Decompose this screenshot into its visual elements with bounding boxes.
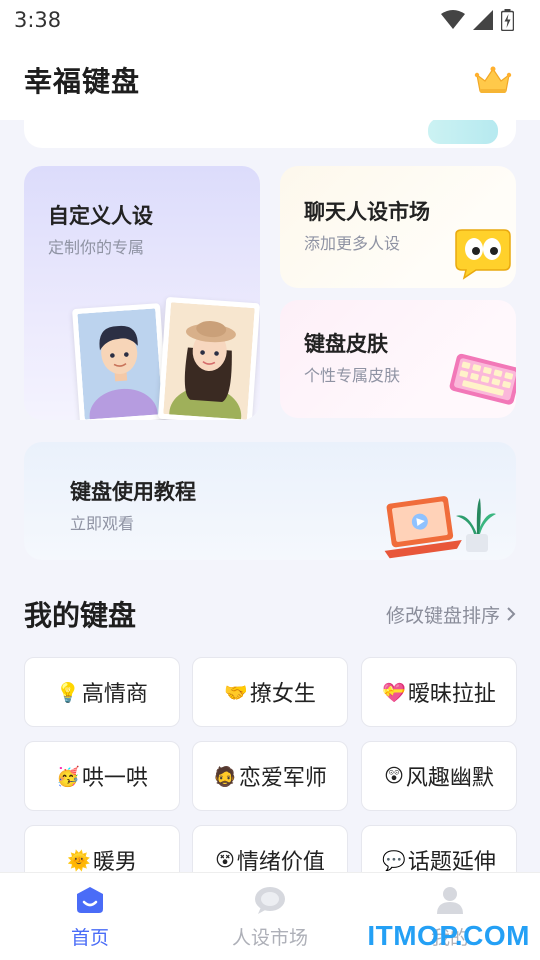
nav-persona-market-label: 人设市场 [231,927,308,949]
banner-decoration [428,120,498,144]
nav-home[interactable]: 首页 [0,873,180,960]
keyboard-item-label: 高情商 [81,682,148,707]
custom-persona-subtitle: 定制你的专属 [48,238,145,257]
chat-bubble-eyes-icon [455,229,511,280]
tutorial-card[interactable]: 键盘使用教程 立即观看 [24,442,516,560]
astonished-face-icon: 😲 [384,765,404,787]
chevron-right-icon [507,607,516,621]
keyboard-item-label: 撩女生 [249,682,316,707]
nav-home-label: 首页 [70,927,109,949]
status-icons [441,9,514,31]
keyboard-item-label: 哄一哄 [81,766,148,791]
bottom-nav: 首页 人设市场 我的 ITMOP.COM [0,872,540,960]
crown-icon[interactable] [474,65,512,95]
lightbulb-icon: 💡 [56,681,80,704]
keyboard-item-label: 情绪价值 [236,850,325,872]
bearded-man-icon: 🧔 [213,765,237,788]
keyboard-item-label: 话题延伸 [407,850,496,872]
app-title: 幸福键盘 [24,65,141,98]
status-bar: 3:38 [0,0,540,40]
reorder-keyboards-link[interactable]: 修改键盘排序 [386,601,516,628]
keyboard-skin-card[interactable]: 键盘皮肤 个性专属皮肤 [280,300,516,418]
nav-persona-market[interactable]: 人设市场 [180,873,360,960]
dizzy-face-icon: 😵 [215,849,235,871]
keyboard-skin-title: 键盘皮肤 [304,332,388,356]
girl-avatar-photo [157,296,260,420]
app-header: 幸福键盘 [0,40,540,120]
sun-face-icon: 🌞 [67,849,91,872]
laptop-plant-icon [384,496,496,559]
keyboard-item[interactable]: 😵 情绪价值 [192,825,348,872]
keyboard-item-label: 风趣幽默 [405,766,494,791]
home-content[interactable]: 自定义人设 定制你的专属 聊天人设市场 添加更多人设 键盘皮肤 个性专属皮肤 键… [0,120,540,872]
persona-market-title: 聊天人设市场 [304,200,430,224]
handshake-icon: 🤝 [224,681,248,704]
boy-avatar-photo [72,303,168,420]
speech-bubble-icon: 💬 [382,849,406,872]
persona-market-subtitle: 添加更多人设 [304,234,401,253]
reorder-keyboards-label: 修改键盘排序 [385,604,500,627]
tutorial-title: 键盘使用教程 [70,480,196,504]
party-face-icon: 🥳 [56,765,80,788]
profile-icon [437,887,463,914]
custom-persona-title: 自定义人设 [48,204,153,228]
market-icon [255,887,285,914]
site-watermark: ITMOP.COM [367,920,530,951]
keyboard-skin-subtitle: 个性专属皮肤 [304,366,401,385]
battery-icon [501,9,514,31]
keyboard-item[interactable]: 😲 风趣幽默 [361,741,517,811]
keyboard-item[interactable]: 💬 话题延伸 [361,825,517,872]
keyboard-item-label: 暖男 [92,850,137,872]
keyboard-item-label: 恋爱军师 [238,766,327,791]
keyboard-item[interactable]: 🤝 撩女生 [192,657,348,727]
keyboard-skin-icon [449,353,516,405]
keyboard-item[interactable]: 🥳 哄一哄 [24,741,180,811]
home-icon [77,887,103,913]
gift-heart-icon: 💝 [382,681,406,704]
keyboard-item[interactable]: 🧔 恋爱军师 [192,741,348,811]
keyboard-item[interactable]: 💡 高情商 [24,657,180,727]
my-keyboards-header: 我的键盘 修改键盘排序 [24,594,516,634]
top-banner[interactable] [24,120,516,148]
keyboard-item[interactable]: 🌞 暖男 [24,825,180,872]
keyboard-item[interactable]: 💝 暧昧拉扯 [361,657,517,727]
keyboard-item-label: 暧昧拉扯 [407,682,496,707]
wifi-icon [441,10,465,29]
signal-icon [473,10,493,30]
tutorial-subtitle: 立即观看 [70,514,135,533]
custom-persona-card[interactable]: 自定义人设 定制你的专属 [24,166,260,420]
my-keyboards-title: 我的键盘 [24,599,137,632]
persona-market-card[interactable]: 聊天人设市场 添加更多人设 [280,166,516,288]
status-time: 3:38 [14,8,62,32]
